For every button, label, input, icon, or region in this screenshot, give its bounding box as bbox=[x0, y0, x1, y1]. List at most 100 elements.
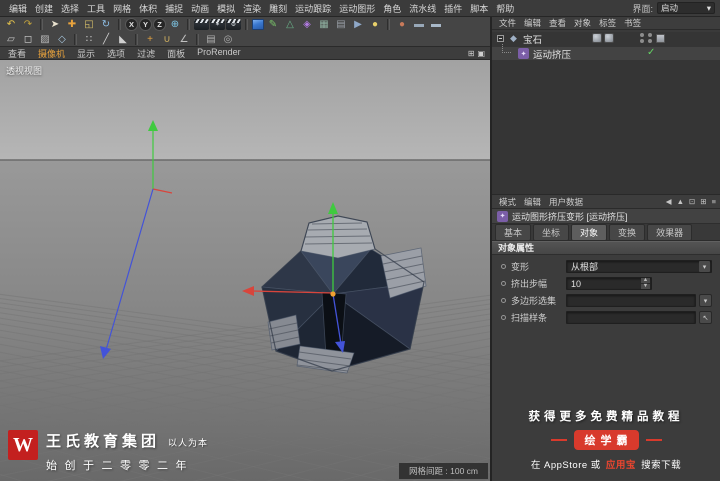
menubar-item-9[interactable]: 渲染 bbox=[239, 2, 265, 15]
3d-scene[interactable] bbox=[0, 60, 490, 481]
make-editable-icon[interactable]: ▱ bbox=[3, 33, 19, 46]
menu-icon[interactable]: ≡ bbox=[712, 197, 716, 206]
menubar-item-6[interactable]: 捕捉 bbox=[161, 2, 187, 15]
live-selection-icon[interactable]: ➤ bbox=[47, 18, 63, 31]
view-solo-icon[interactable]: ◎ bbox=[220, 33, 236, 46]
om-menu-0[interactable]: 文件 bbox=[495, 17, 520, 29]
add-cube-icon[interactable] bbox=[252, 19, 264, 30]
up-icon[interactable]: ▲ bbox=[677, 197, 684, 206]
sweep-spline-input[interactable] bbox=[566, 311, 696, 324]
workplane-lock-icon[interactable]: ▤ bbox=[203, 33, 219, 46]
spin-down-icon[interactable]: ▼ bbox=[641, 283, 650, 289]
undo-icon[interactable]: ↶ bbox=[3, 18, 19, 31]
redo-icon[interactable]: ↷ bbox=[20, 18, 36, 31]
om-menu-4[interactable]: 标签 bbox=[595, 17, 620, 29]
tab-2[interactable]: 对象 bbox=[571, 223, 608, 241]
object-row-moextrude[interactable]: ✦ 运动挤压 ✓ bbox=[492, 44, 720, 61]
viewport-canvas[interactable]: 透视视图 W 王氏教育集团 以人为本 始创于二零零二年 网格间距 : 100 c… bbox=[0, 60, 490, 481]
object-row-gem[interactable]: ◆ 宝石 bbox=[492, 32, 720, 46]
y-axis-lock-button[interactable]: Y bbox=[139, 18, 152, 31]
enabled-check-icon[interactable]: ✓ bbox=[647, 47, 655, 58]
menubar-item-1[interactable]: 创建 bbox=[31, 2, 57, 15]
interface-dropdown[interactable]: 启动 ▾ bbox=[657, 2, 715, 14]
texture-mode-icon[interactable]: ▨ bbox=[37, 33, 53, 46]
tab-0[interactable]: 基本 bbox=[495, 223, 532, 241]
menubar-item-5[interactable]: 体积 bbox=[135, 2, 161, 15]
anim-key-dot[interactable] bbox=[501, 315, 506, 320]
menubar-item-4[interactable]: 网格 bbox=[109, 2, 135, 15]
om-menu-1[interactable]: 编辑 bbox=[520, 17, 545, 29]
number-spinner[interactable]: ▲ ▼ bbox=[641, 277, 651, 289]
selection-picker-button[interactable]: ▾ bbox=[699, 294, 712, 307]
om-menu-5[interactable]: 书签 bbox=[620, 17, 645, 29]
add-camera-icon[interactable]: ▶ bbox=[350, 18, 366, 31]
z-axis-lock-button[interactable]: Z bbox=[153, 18, 166, 31]
add-deformer-icon[interactable]: ◈ bbox=[299, 18, 315, 31]
content-browser-icon[interactable]: ▬ bbox=[411, 18, 427, 31]
render-visibility-dots[interactable] bbox=[648, 33, 652, 43]
tab-1[interactable]: 坐标 bbox=[533, 223, 570, 241]
anim-key-dot[interactable] bbox=[501, 281, 506, 286]
expand-toggle-icon[interactable] bbox=[497, 35, 504, 42]
om-menu-3[interactable]: 对象 bbox=[570, 17, 595, 29]
object-name[interactable]: 运动挤压 bbox=[533, 47, 571, 61]
quantize-icon[interactable]: ∠ bbox=[176, 33, 192, 46]
viewport-menu-1[interactable]: 摄像机 bbox=[32, 47, 71, 60]
menubar-item-13[interactable]: 角色 bbox=[379, 2, 405, 15]
add-scene-icon[interactable]: ▤ bbox=[333, 18, 349, 31]
x-axis-lock-button[interactable]: X bbox=[125, 18, 138, 31]
polygons-mode-icon[interactable]: ◣ bbox=[115, 33, 131, 46]
menubar-item-3[interactable]: 工具 bbox=[83, 2, 109, 15]
menubar-item-17[interactable]: 帮助 bbox=[492, 2, 518, 15]
render-picture-viewer-icon[interactable]: ✶ bbox=[210, 19, 225, 30]
lock-icon[interactable]: ⊡ bbox=[689, 197, 695, 206]
move-tool-icon[interactable]: ✚ bbox=[64, 18, 80, 31]
menubar-item-8[interactable]: 模拟 bbox=[213, 2, 239, 15]
visibility-toggles[interactable] bbox=[640, 33, 665, 43]
object-manager[interactable]: ◆ 宝石 ✦ 运动挤压 ✓ bbox=[492, 32, 720, 197]
phong-tag-icon[interactable] bbox=[604, 33, 614, 43]
material-manager-icon[interactable]: ● bbox=[394, 18, 410, 31]
edges-mode-icon[interactable]: ╱ bbox=[98, 33, 114, 46]
pane-toggle-icon[interactable]: ▣ bbox=[477, 49, 485, 58]
extrusion-steps-input[interactable]: 10 ▲ ▼ bbox=[566, 277, 652, 290]
enable-axis-icon[interactable]: + bbox=[142, 33, 158, 46]
om-menu-2[interactable]: 查看 bbox=[545, 17, 570, 29]
points-mode-icon[interactable]: ∷ bbox=[81, 33, 97, 46]
deform-dropdown[interactable]: 从根部 ▾ bbox=[566, 260, 712, 273]
tab-4[interactable]: 效果器 bbox=[647, 223, 693, 241]
polygon-selection-input[interactable] bbox=[566, 294, 696, 307]
object-picker-button[interactable]: ↖ bbox=[699, 311, 712, 324]
pane-layout-icon[interactable]: ⊞ bbox=[468, 49, 475, 58]
anim-key-dot[interactable] bbox=[501, 264, 506, 269]
attribute-menu-0[interactable]: 模式 bbox=[495, 196, 520, 208]
panel-icon[interactable]: ⊞ bbox=[700, 197, 706, 206]
back-icon[interactable]: ◀ bbox=[666, 197, 672, 206]
tab-3[interactable]: 变换 bbox=[609, 223, 646, 241]
menubar-item-7[interactable]: 动画 bbox=[187, 2, 213, 15]
snap-toggle-icon[interactable]: ∪ bbox=[159, 33, 175, 46]
scale-tool-icon[interactable]: ◱ bbox=[81, 18, 97, 31]
gizmo-center-handle[interactable] bbox=[330, 291, 336, 297]
menubar-item-14[interactable]: 流水线 bbox=[405, 2, 440, 15]
viewport-menu-3[interactable]: 选项 bbox=[101, 47, 131, 60]
viewport-menu-6[interactable]: ProRender bbox=[191, 47, 247, 60]
huixueba-badge[interactable]: 绘学霸 bbox=[573, 430, 639, 450]
menubar-item-16[interactable]: 脚本 bbox=[466, 2, 492, 15]
menubar-item-2[interactable]: 选择 bbox=[57, 2, 83, 15]
render-settings-icon[interactable]: ⚙ bbox=[226, 19, 241, 30]
add-generator-icon[interactable]: △ bbox=[282, 18, 298, 31]
attribute-menu-2[interactable]: 用户数据 bbox=[545, 196, 587, 208]
menubar-item-0[interactable]: 编辑 bbox=[5, 2, 31, 15]
viewport-menu-4[interactable]: 过滤 bbox=[131, 47, 161, 60]
viewport-menu-2[interactable]: 显示 bbox=[71, 47, 101, 60]
layer-icon[interactable] bbox=[656, 33, 665, 43]
add-light-icon[interactable]: ● bbox=[367, 18, 383, 31]
menubar-item-10[interactable]: 雕刻 bbox=[265, 2, 291, 15]
render-view-icon[interactable] bbox=[194, 19, 209, 30]
editor-visibility-dots[interactable] bbox=[640, 33, 644, 43]
object-name[interactable]: 宝石 bbox=[523, 32, 542, 46]
add-spline-icon[interactable]: ✎ bbox=[265, 18, 281, 31]
viewport-menu-0[interactable]: 查看 bbox=[2, 47, 32, 60]
viewport-menu-5[interactable]: 面板 bbox=[161, 47, 191, 60]
